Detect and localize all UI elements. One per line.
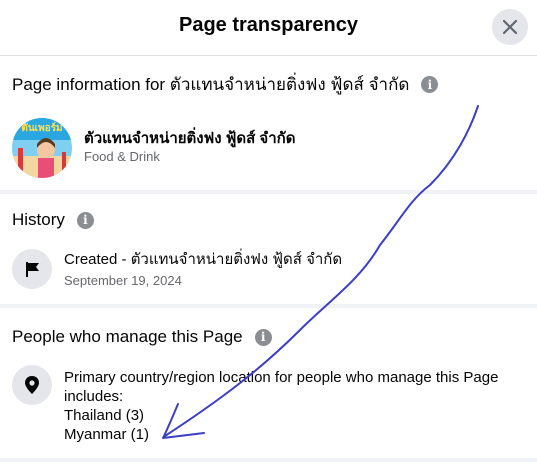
page-name[interactable]: ตัวแทนจำหน่ายติ่งฟง ฟู้ดส์ จำกัด — [84, 126, 295, 150]
avatar-image: ตันเพอร์ม — [12, 118, 72, 178]
page-category: Food & Drink — [84, 149, 160, 164]
location-icon-container — [12, 365, 52, 405]
dialog-title: Page transparency — [179, 14, 358, 36]
managers-heading: People who manage this Page i — [12, 327, 272, 347]
managers-description: Primary country/region location for peop… — [64, 369, 499, 405]
page-avatar[interactable]: ตันเพอร์ม — [12, 118, 72, 178]
dialog-header: Page transparency — [0, 0, 537, 55]
section-divider — [0, 458, 537, 462]
history-heading-text: History — [12, 210, 65, 229]
info-icon[interactable]: i — [254, 328, 272, 346]
close-icon — [502, 19, 518, 35]
page-info-heading: Page information for ตัวแทนจำหน่ายติ่งฟง… — [12, 71, 439, 98]
header-divider — [0, 55, 537, 56]
section-divider — [0, 190, 537, 194]
history-heading: History i — [12, 210, 94, 230]
location-pin-icon — [25, 376, 39, 394]
info-icon[interactable]: i — [421, 76, 439, 93]
flag-icon — [26, 262, 39, 277]
svg-text:ตันเพอร์ม: ตันเพอร์ม — [21, 122, 62, 134]
info-icon[interactable]: i — [76, 211, 94, 229]
managers-heading-text: People who manage this Page — [12, 327, 243, 346]
page-info-heading-text: Page information for ตัวแทนจำหน่ายติ่งฟง… — [12, 75, 410, 94]
created-label: Created - ตัวแทนจำหน่ายติ่งฟง ฟู้ดส์ จำก… — [64, 251, 343, 268]
country-thailand: Thailand (3) — [64, 407, 145, 424]
section-divider — [0, 304, 537, 308]
flag-icon-container — [12, 249, 52, 289]
country-myanmar: Myanmar (1) — [64, 426, 150, 443]
created-date: September 19, 2024 — [64, 273, 182, 288]
close-button[interactable] — [492, 9, 528, 45]
